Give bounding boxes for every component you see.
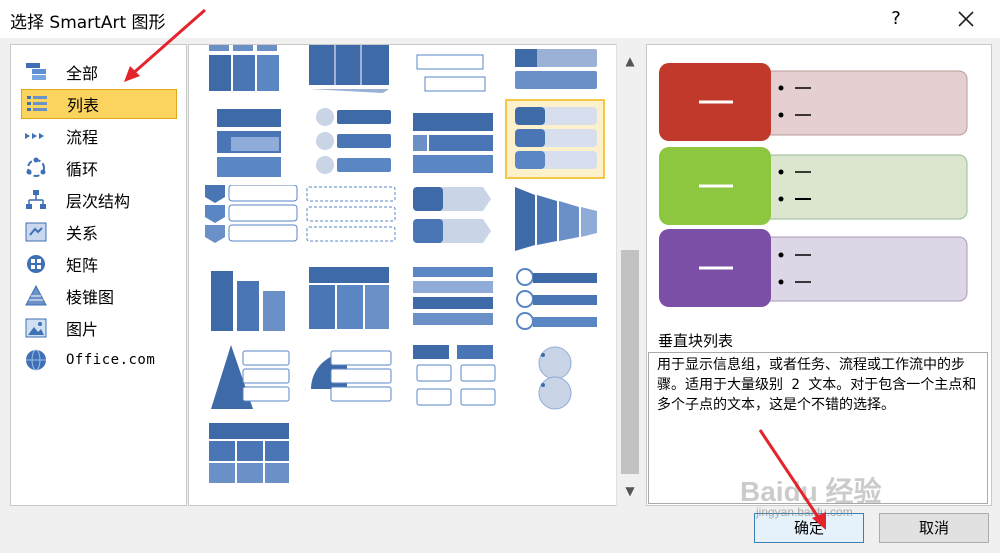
matrix-icon xyxy=(27,255,45,273)
layout-thumbnail[interactable] xyxy=(203,185,299,261)
layout-thumbnail[interactable] xyxy=(407,267,503,343)
category-picture[interactable]: 图片 xyxy=(21,313,177,343)
category-all[interactable]: 全部 xyxy=(21,57,177,87)
process-icon xyxy=(25,133,44,139)
layout-thumbnail[interactable] xyxy=(407,345,503,421)
hierarchy-icon xyxy=(26,190,46,209)
preview-block-red xyxy=(659,63,968,141)
scroll-down-icon[interactable]: ▼ xyxy=(617,480,643,502)
category-list: 全部 列表 流程 循环 层次结构 关系 矩阵 棱锥图 图片 Office.com xyxy=(10,44,187,506)
close-button[interactable] xyxy=(948,4,984,34)
layout-gallery xyxy=(188,44,643,506)
close-icon xyxy=(958,11,974,27)
picture-icon xyxy=(25,318,47,338)
gallery-scrollbar[interactable]: ▲ ▼ xyxy=(616,44,643,506)
pyramid-icon xyxy=(25,284,47,306)
all-icon xyxy=(26,63,46,80)
category-cycle[interactable]: 循环 xyxy=(21,153,177,183)
layout-thumbnail[interactable] xyxy=(407,107,503,183)
category-hierarchy[interactable]: 层次结构 xyxy=(21,185,177,215)
baidu-watermark-url: jingyan.baidu.com xyxy=(756,505,853,519)
layout-thumbnail[interactable] xyxy=(407,185,503,261)
layout-thumbnail[interactable] xyxy=(203,345,299,421)
scroll-up-icon[interactable]: ▲ xyxy=(617,50,643,72)
baidu-watermark: Baidu 经验 xyxy=(740,476,882,507)
layout-thumbnail[interactable] xyxy=(507,345,603,421)
layout-thumbnail[interactable] xyxy=(203,107,299,183)
category-relationship[interactable]: 关系 xyxy=(21,217,177,247)
layout-thumbnail[interactable] xyxy=(203,423,299,499)
scroll-thumb[interactable] xyxy=(621,250,639,474)
office-com-icon xyxy=(26,349,46,371)
preview-block-purple xyxy=(659,229,968,307)
cancel-button[interactable]: 取消 xyxy=(879,513,989,543)
cycle-icon xyxy=(26,157,46,177)
layout-thumbnail-selected[interactable] xyxy=(505,99,605,179)
layout-thumbnail[interactable] xyxy=(203,267,299,343)
layout-thumbnail[interactable] xyxy=(303,107,399,183)
category-matrix[interactable]: 矩阵 xyxy=(21,249,177,279)
layout-preview-image xyxy=(659,63,968,307)
dialog-title: 选择 SmartArt 图形 xyxy=(10,13,166,33)
layout-name: 垂直块列表 xyxy=(658,332,734,350)
title-bar: 选择 SmartArt 图形 ? xyxy=(0,0,1000,38)
category-office-com[interactable]: Office.com xyxy=(21,345,177,375)
layout-thumbnail[interactable] xyxy=(507,267,603,343)
relationship-icon xyxy=(25,222,47,242)
layout-thumbnail[interactable] xyxy=(507,185,603,261)
layout-thumbnail[interactable] xyxy=(303,345,399,421)
preview-block-green xyxy=(659,147,968,225)
help-button[interactable]: ? xyxy=(880,4,912,34)
layout-thumbnail[interactable] xyxy=(303,267,399,343)
category-process[interactable]: 流程 xyxy=(21,121,177,151)
category-list-item[interactable]: 列表 xyxy=(21,89,177,119)
layout-thumbnail[interactable] xyxy=(303,185,399,261)
list-icon xyxy=(27,96,47,111)
category-pyramid[interactable]: 棱锥图 xyxy=(21,281,177,311)
